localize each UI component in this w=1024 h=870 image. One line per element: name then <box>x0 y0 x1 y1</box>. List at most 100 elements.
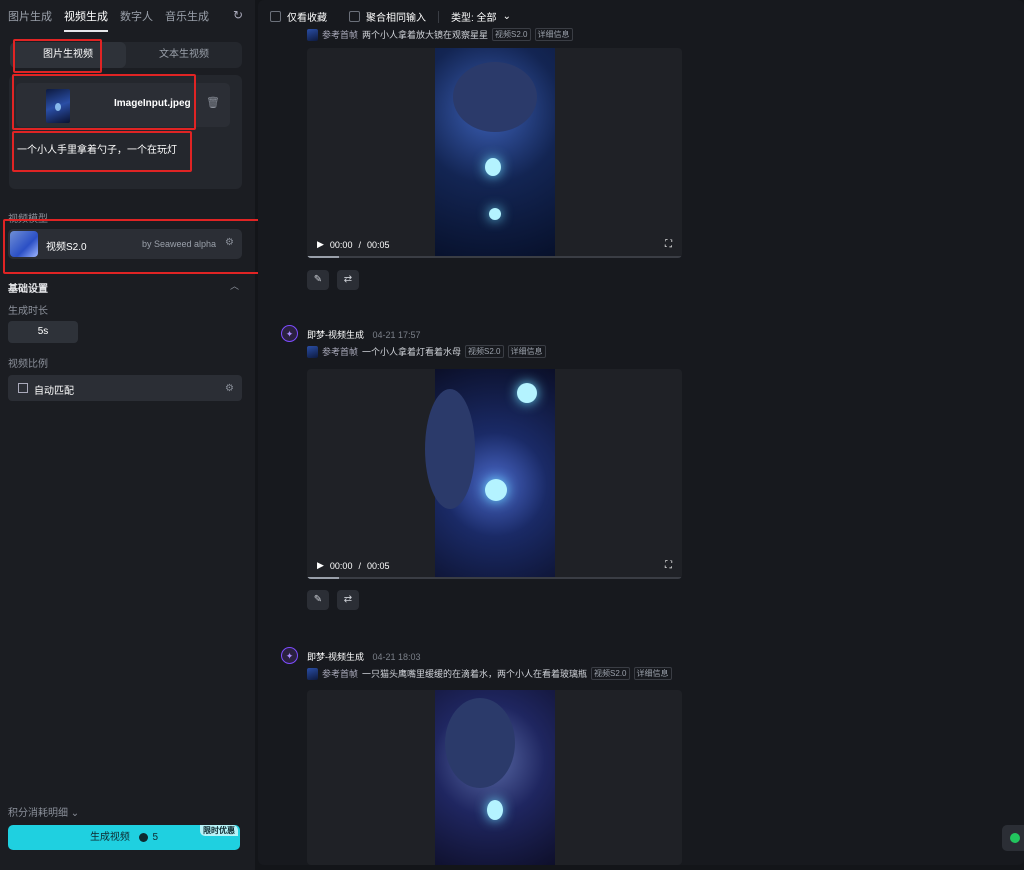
prompt-input[interactable]: 一个小人手里拿着勺子，一个在玩灯 <box>17 141 177 156</box>
post-actions: ✎ ⇄ <box>307 590 359 610</box>
type-filter[interactable]: 类型: 全部 <box>451 9 497 24</box>
input-card: ImageInput.jpeg 🗑 一个小人手里拿着勺子，一个在玩灯 <box>9 75 242 189</box>
model-by: by Seaweed alpha <box>142 239 217 249</box>
regenerate-icon[interactable]: ⇄ <box>337 590 359 610</box>
fullscreen-icon[interactable]: ⛶ <box>665 239 672 250</box>
current-time: 00:00 <box>329 560 353 571</box>
progress-bar[interactable] <box>307 577 682 579</box>
reference-label: 参考首帧 <box>322 347 359 357</box>
basic-settings-title: 基础设置 <box>8 284 48 295</box>
model-tag: 视频S2.0 <box>492 28 531 41</box>
video-frame <box>425 369 555 579</box>
generate-cost: 5 <box>152 832 159 843</box>
video-frame <box>435 48 555 258</box>
regenerate-icon[interactable]: ⇄ <box>337 270 359 290</box>
settings-sliders-icon[interactable]: ⚙ <box>225 383 234 394</box>
reference-label: 参考首帧 <box>322 30 359 40</box>
time-separator: / <box>358 239 361 250</box>
refresh-icon[interactable]: ↻ <box>233 8 243 22</box>
model-icon <box>10 231 38 257</box>
duration-label: 生成时长 <box>8 306 48 317</box>
post-prompt: 两个小人拿着放大镜在观察星星 <box>362 30 489 40</box>
chevron-up-icon[interactable]: ︿ <box>230 279 239 292</box>
model-tag: 视频S2.0 <box>465 345 504 358</box>
duration-time: 00:05 <box>366 239 390 250</box>
tab-digital-human[interactable]: 数字人 <box>120 8 153 32</box>
favorites-only-label: 仅看收藏 <box>287 13 327 24</box>
promo-badge: 限时优惠 <box>200 825 238 836</box>
trash-icon[interactable]: 🗑 <box>206 96 220 109</box>
credits-detail-link[interactable]: 积分消耗明细 ⌄ <box>8 804 79 819</box>
video-player[interactable]: ▶ 00:00 / 00:05 ⛶ <box>307 48 682 258</box>
post-author: 即梦-视频生成 04-21 18:03 <box>307 650 421 663</box>
avatar: ✦ <box>281 325 298 342</box>
file-name: ImageInput.jpeg <box>114 98 191 109</box>
post-time: 04-21 18:03 <box>372 652 421 662</box>
duration-time: 00:05 <box>366 560 390 571</box>
post-meta: 参考首帧 两个小人拿着放大镜在观察星星 视频S2.0 详细信息 <box>307 28 573 41</box>
play-icon[interactable]: ▶ <box>317 239 324 250</box>
generate-video-button[interactable]: 生成视频 5 限时优惠 <box>8 825 240 850</box>
post-actions: ✎ ⇄ <box>307 270 359 290</box>
top-nav: 图片生成 视频生成 数字人 音乐生成 <box>8 8 209 32</box>
owl-shape <box>445 698 515 788</box>
image-thumbnail <box>46 89 70 123</box>
reference-label: 参考首帧 <box>322 669 359 679</box>
video-player[interactable] <box>307 690 682 865</box>
ratio-selector[interactable]: 自动匹配 ⚙ <box>8 375 242 401</box>
video-player[interactable]: ▶ 00:00 / 00:05 ⛶ <box>307 369 682 579</box>
post-time: 04-21 17:57 <box>372 330 421 340</box>
tab-image-generation[interactable]: 图片生成 <box>8 8 52 32</box>
model-selector[interactable]: 视频S2.0 by Seaweed alpha ⚙ <box>8 229 242 259</box>
video-frame <box>435 690 555 865</box>
favorites-checkbox[interactable] <box>270 11 281 22</box>
credits-label: 积分消耗明细 <box>8 808 68 819</box>
model-name: 视频S2.0 <box>46 242 87 253</box>
chevron-down-icon: ⌄ <box>502 11 511 22</box>
filter-bar: 仅看收藏 聚合相同输入 类型: 全部 ⌄ <box>270 9 511 24</box>
model-section-label: 视频模型 <box>8 214 48 225</box>
detail-tag[interactable]: 详细信息 <box>534 28 573 41</box>
aspect-ratio-icon <box>18 383 28 393</box>
reference-thumbnail <box>307 667 318 680</box>
status-check-icon[interactable] <box>1002 825 1024 851</box>
detail-tag[interactable]: 详细信息 <box>633 667 672 680</box>
author-name: 即梦-视频生成 <box>307 330 364 340</box>
tab-music-generation[interactable]: 音乐生成 <box>165 8 209 32</box>
post-author: 即梦-视频生成 04-21 17:57 <box>307 328 421 341</box>
video-controls: ▶ 00:00 / 00:05 <box>317 239 390 250</box>
uploaded-image-row[interactable]: ImageInput.jpeg 🗑 <box>16 83 230 127</box>
merge-inputs-checkbox[interactable] <box>349 11 360 22</box>
left-panel: 图片生成 视频生成 数字人 音乐生成 ↻ 图片生视频 文本生视频 ImageIn… <box>0 0 255 870</box>
detail-tag[interactable]: 详细信息 <box>507 345 546 358</box>
glow-shape <box>485 158 501 176</box>
duration-option[interactable]: 5s <box>8 321 78 343</box>
glow-shape <box>485 479 507 501</box>
edit-icon[interactable]: ✎ <box>307 270 329 290</box>
settings-sliders-icon[interactable]: ⚙ <box>225 237 234 248</box>
ratio-label: 视频比例 <box>8 359 48 370</box>
mode-image-to-video[interactable]: 图片生视频 <box>10 42 126 68</box>
post-meta: 参考首帧 一个小人拿着灯看着水母 视频S2.0 详细信息 <box>307 345 546 358</box>
glow-shape <box>487 800 503 820</box>
edit-icon[interactable]: ✎ <box>307 590 329 610</box>
moon-shape <box>517 383 537 403</box>
play-icon[interactable]: ▶ <box>317 560 324 571</box>
post-meta: 参考首帧 一只猫头鹰嘴里缓缓的在滴着水，两个小人在看着玻璃瓶 视频S2.0 详细… <box>307 667 672 680</box>
mode-text-to-video[interactable]: 文本生视频 <box>126 42 242 68</box>
avatar: ✦ <box>281 647 298 664</box>
generate-label: 生成视频 <box>89 832 130 843</box>
tab-video-generation[interactable]: 视频生成 <box>64 8 108 32</box>
current-time: 00:00 <box>329 239 353 250</box>
fullscreen-icon[interactable]: ⛶ <box>665 560 672 571</box>
progress-bar[interactable] <box>307 256 682 258</box>
post-prompt: 一个小人拿着灯看着水母 <box>362 347 462 357</box>
reference-thumbnail <box>307 28 318 41</box>
video-feed: 仅看收藏 聚合相同输入 类型: 全部 ⌄ 参考首帧 两个小人拿着放大镜在观察星星… <box>258 0 1024 865</box>
video-controls: ▶ 00:00 / 00:05 <box>317 560 390 571</box>
chevron-down-icon: ⌄ <box>70 808 80 819</box>
reference-thumbnail <box>307 345 318 358</box>
ratio-value: 自动匹配 <box>34 386 74 397</box>
post-prompt: 一只猫头鹰嘴里缓缓的在滴着水，两个小人在看着玻璃瓶 <box>362 669 588 679</box>
credit-icon <box>138 832 148 842</box>
